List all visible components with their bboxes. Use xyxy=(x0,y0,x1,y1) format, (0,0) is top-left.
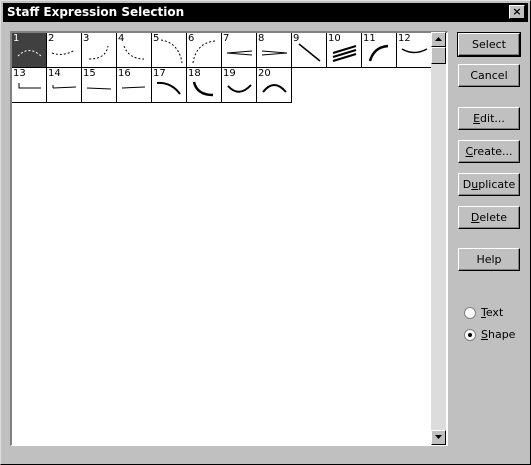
cancel-button[interactable]: Cancel xyxy=(458,64,520,87)
title-bar[interactable]: Staff Expression Selection × xyxy=(3,3,528,22)
select-label: Select xyxy=(472,38,506,51)
help-label: Help xyxy=(476,253,502,266)
duplicate-button[interactable]: Duplicate xyxy=(458,173,520,196)
edit-button[interactable]: Edit... xyxy=(458,107,520,130)
radio-text-post: ext xyxy=(485,306,504,319)
shape-cell[interactable]: 4 xyxy=(117,33,152,68)
arrow-down-icon xyxy=(435,435,442,439)
shape-cell-number: 20 xyxy=(258,68,271,79)
edit-label-ul: E xyxy=(473,112,481,125)
vertical-scrollbar[interactable] xyxy=(431,32,446,445)
close-icon: × xyxy=(512,5,522,18)
shape-cell-number: 14 xyxy=(48,68,61,79)
radio-shape[interactable]: Shape xyxy=(464,327,524,343)
scroll-thumb[interactable] xyxy=(431,47,446,64)
scroll-down-button[interactable] xyxy=(431,430,446,445)
shape-cell[interactable]: 15 xyxy=(82,68,117,103)
shape-cell[interactable]: 1 xyxy=(12,33,47,68)
shape-cell-number: 8 xyxy=(258,33,265,44)
radio-text-circle[interactable] xyxy=(464,307,476,319)
shape-cell-number: 9 xyxy=(293,33,300,44)
shape-cell[interactable]: 3 xyxy=(82,33,117,68)
shape-cell[interactable]: 11 xyxy=(362,33,397,68)
create-label-ul: C xyxy=(465,145,474,158)
close-button[interactable]: × xyxy=(509,5,525,19)
shape-cell[interactable]: 20 xyxy=(257,68,292,103)
shape-cell-number: 17 xyxy=(153,68,166,79)
scroll-up-button[interactable] xyxy=(431,32,446,47)
radio-shape-ul: S xyxy=(481,328,488,341)
shape-cell-number: 19 xyxy=(223,68,236,79)
shape-cell[interactable]: 17 xyxy=(152,68,187,103)
arrow-up-icon xyxy=(435,37,442,41)
shape-list: 1 2 3 4 5 6 7 8 9 10 11 12 13 14 15 16 17 18 19 20 xyxy=(10,31,448,446)
help-button[interactable]: Help xyxy=(458,248,520,271)
cancel-label: Cancel xyxy=(470,69,508,82)
radio-shape-label: Shape xyxy=(481,328,515,341)
radio-shape-circle[interactable] xyxy=(464,329,476,341)
shape-cell-number: 15 xyxy=(83,68,96,79)
shape-cell-number: 10 xyxy=(328,33,341,44)
shape-cell[interactable]: 16 xyxy=(117,68,152,103)
shape-cell[interactable]: 8 xyxy=(257,33,292,68)
shape-cell[interactable]: 7 xyxy=(222,33,257,68)
delete-label: elete xyxy=(479,211,508,224)
shape-cell-number: 2 xyxy=(48,33,55,44)
shape-cell-number: 6 xyxy=(188,33,195,44)
shape-cell-number: 11 xyxy=(363,33,376,44)
window-title: Staff Expression Selection xyxy=(7,5,185,19)
shape-cell-number: 18 xyxy=(188,68,201,79)
radio-text-label: Text xyxy=(481,306,503,319)
shape-cell-number: 1 xyxy=(13,33,20,44)
shape-cell[interactable]: 2 xyxy=(47,33,82,68)
shape-cell[interactable]: 5 xyxy=(152,33,187,68)
shape-cell-number: 12 xyxy=(398,33,411,44)
shape-cell[interactable]: 6 xyxy=(187,33,222,68)
shape-cell-number: 4 xyxy=(118,33,125,44)
shape-cell-number: 16 xyxy=(118,68,131,79)
duplicate-label: plicate xyxy=(478,178,516,191)
shape-cell[interactable]: 19 xyxy=(222,68,257,103)
shape-cell[interactable]: 10 xyxy=(327,33,362,68)
dialog-window: Staff Expression Selection × 1 2 3 4 5 6 7 8 9 10… xyxy=(0,0,531,465)
edit-label: dit... xyxy=(480,112,505,125)
shape-cell-number: 13 xyxy=(13,68,26,79)
shape-cell[interactable]: 13 xyxy=(12,68,47,103)
radio-text[interactable]: Text xyxy=(464,305,524,321)
select-button[interactable]: Select xyxy=(457,32,521,57)
shape-cell-number: 7 xyxy=(223,33,230,44)
shape-cell[interactable]: 9 xyxy=(292,33,327,68)
create-label: reate... xyxy=(473,145,513,158)
shape-cell-number: 3 xyxy=(83,33,90,44)
shape-cell[interactable]: 12 xyxy=(397,33,432,68)
shape-cell[interactable]: 18 xyxy=(187,68,222,103)
shape-cell-number: 5 xyxy=(153,33,160,44)
shape-cell[interactable]: 14 xyxy=(47,68,82,103)
radio-shape-post: hape xyxy=(487,328,516,341)
create-button[interactable]: Create... xyxy=(458,140,520,163)
delete-button[interactable]: Delete xyxy=(458,206,520,229)
duplicate-label-a: D xyxy=(462,178,472,191)
